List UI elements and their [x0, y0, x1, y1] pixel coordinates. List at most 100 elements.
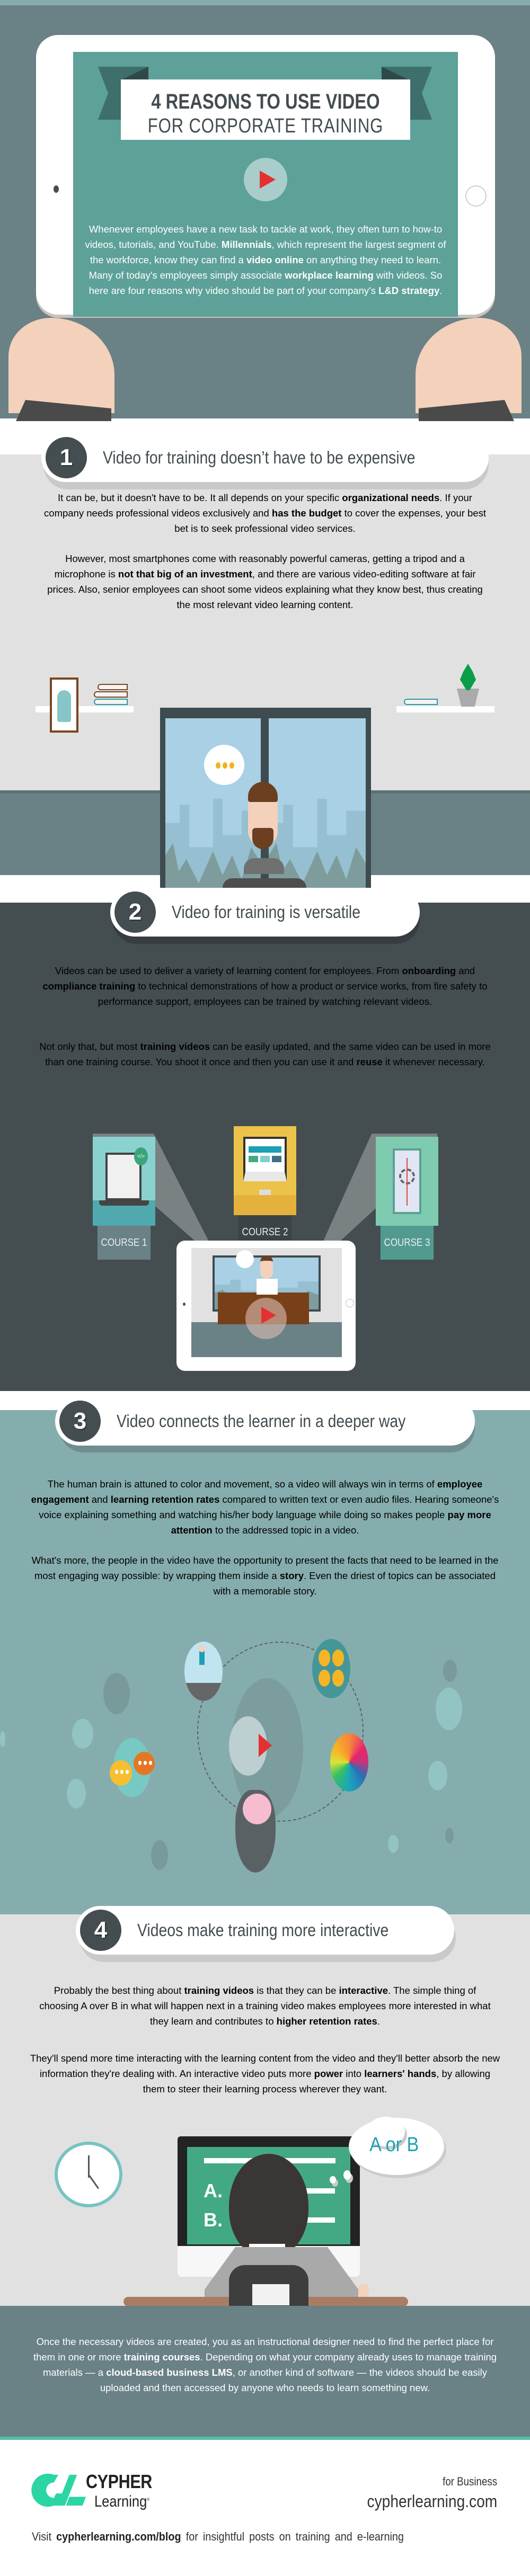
presenter-beard — [252, 828, 273, 849]
blog-cta: Visit cypherlearning.com/blog for insigh… — [32, 2530, 404, 2544]
decorative-blob — [388, 1835, 399, 1853]
emphasis-text: compliance training — [42, 981, 136, 992]
decorative-blob — [445, 1828, 454, 1843]
section-4-banner: 4 Videos make training more interactive — [76, 1906, 454, 1955]
tagline: for Business — [443, 2475, 497, 2488]
typing-dots-icon — [138, 1761, 152, 1765]
section-number-badge: 3 — [59, 1401, 101, 1442]
emphasis-text: learners' hands — [364, 2068, 437, 2079]
infographic: 4 REASONS TO USE VIDEO FOR CORPORATE TRA… — [0, 0, 530, 2576]
laptop-code-icon: </> — [93, 1137, 155, 1226]
emphasis-text: power — [314, 2068, 343, 2079]
thought-cloud-puff — [343, 2170, 351, 2180]
text-run: and — [89, 1494, 111, 1505]
section-number-badge: 1 — [46, 437, 87, 478]
course-label: COURSE 3 — [380, 1226, 434, 1260]
emphasis-text: higher retention rates — [276, 2016, 377, 2027]
play-icon — [259, 1734, 272, 1757]
section-1-paragraph: However, most smartphones come with reas… — [42, 551, 488, 612]
emphasis-text: learning retention rates — [110, 1494, 220, 1505]
right-shelf — [396, 706, 494, 712]
emphasis-text: interactive — [339, 1985, 388, 1996]
book-icon — [94, 691, 128, 698]
option-b-label[interactable]: B. — [204, 2209, 223, 2231]
text-run: to the addressed topic in a video. — [212, 1525, 359, 1536]
section-title: Video connects the learner in a deeper w… — [117, 1411, 406, 1431]
section-number-badge: 2 — [114, 892, 156, 933]
hero-top-strip — [0, 0, 530, 5]
text-run: . — [377, 2016, 380, 2027]
decorative-blob — [428, 1761, 447, 1790]
section-2-paragraph: Videos can be used to deliver a variety … — [42, 963, 488, 1009]
emphasis-text: not that big of an investment — [118, 568, 252, 580]
logo-learning-text: Learning — [94, 2493, 147, 2510]
desktop-monitor-icon — [234, 1126, 296, 1215]
section-number-badge: 4 — [80, 1910, 121, 1951]
emphasis-text: training videos — [184, 1985, 254, 1996]
blog-cta-suffix: for insightful posts on training and e-l… — [181, 2530, 404, 2543]
section-title: Videos make training more interactive — [137, 1920, 389, 1940]
emphasis-text: training videos — [140, 1041, 210, 1052]
thought-bubble-text: A or B — [369, 2134, 419, 2156]
tablet-camera-icon — [54, 185, 59, 193]
play-icon — [261, 1307, 276, 1324]
learner-head — [229, 2154, 308, 2258]
decorative-blob — [0, 1731, 5, 1747]
text-run: it whenever necessary. — [382, 1056, 485, 1067]
emphasis-text: reuse — [356, 1056, 383, 1067]
chair-back-panel — [252, 2284, 289, 2305]
page-subtitle: FOR CORPORATE TRAINING — [147, 115, 384, 137]
emphasis-text: training courses — [123, 2351, 200, 2363]
course-card-2[interactable]: COURSE 2 — [234, 1126, 296, 1249]
section-2-paragraph: Not only that, but most training videos … — [37, 1039, 493, 1069]
emphasis-text: story — [279, 1570, 304, 1581]
text-run: is that they can be — [254, 1985, 339, 1996]
text-run: Videos can be used to deliver a variety … — [55, 965, 402, 976]
tablet-camera-icon — [183, 1303, 186, 1306]
emphasis-text: cloud-based business LMS — [106, 2367, 233, 2378]
learner-hand — [358, 2284, 369, 2297]
typing-dots-icon — [115, 1770, 129, 1774]
emoji-faces-icon — [312, 1639, 350, 1698]
website-link[interactable]: cypherlearning.com — [367, 2492, 497, 2511]
tablet-home-button-icon — [465, 185, 487, 207]
brain-icon — [243, 1794, 271, 1824]
text-run: into — [343, 2068, 365, 2079]
picture-frame-icon — [50, 678, 78, 733]
decorative-blob — [103, 1673, 130, 1714]
emphasis-text: Millennials — [221, 239, 272, 250]
registered-mark: ® — [147, 2497, 150, 2502]
play-icon[interactable] — [244, 158, 287, 201]
page-title: 4 REASONS TO USE VIDEO — [151, 90, 380, 113]
emphasis-text: video online — [246, 254, 304, 265]
section-4-paragraph: They'll spend more time interacting with… — [29, 2051, 501, 2097]
section-3-paragraph: What's more, the people in the video hav… — [29, 1553, 501, 1599]
text-run: and — [456, 965, 475, 976]
decorative-blob — [151, 1840, 168, 1870]
thought-cloud-puff — [330, 2176, 336, 2183]
emphasis-text: onboarding — [402, 965, 456, 976]
blog-link[interactable]: cypherlearning.com/blog — [56, 2530, 181, 2543]
text-run: to technical demonstrations of how a pro… — [98, 981, 488, 1007]
text-run: Not only that, but most — [39, 1041, 140, 1052]
runner-icon — [184, 1642, 223, 1701]
course-card-1[interactable]: </> COURSE 1 — [93, 1137, 155, 1260]
text-run: It can be, but it doesn't have to be. It… — [58, 492, 342, 503]
section-title: Video for training doesn’t have to be ex… — [103, 448, 416, 467]
section-4-paragraph: Probably the best thing about training v… — [37, 1983, 493, 2029]
section-1-paragraph: It can be, but it doesn't have to be. It… — [37, 490, 493, 536]
presenter-shoulders — [244, 858, 284, 874]
section-3-paragraph: The human brain is attuned to color and … — [29, 1476, 501, 1538]
decorative-blob — [67, 1779, 86, 1808]
conclusion-paragraph: Once the necessary videos are created, y… — [32, 2334, 498, 2395]
gear-blueprint-icon — [376, 1137, 438, 1226]
section-1-banner: 1 Video for training doesn’t have to be … — [41, 433, 489, 482]
emphasis-text: L&D strategy — [378, 285, 440, 296]
emphasis-text: has the budget — [271, 507, 342, 519]
course-card-3[interactable]: COURSE 3 — [376, 1137, 438, 1260]
option-a-label[interactable]: A. — [204, 2180, 223, 2202]
section-2-banner: 2 Video for training is versatile — [110, 888, 420, 937]
cypher-logo-icon[interactable] — [31, 2473, 86, 2508]
course-label: COURSE 1 — [97, 1226, 151, 1260]
intro-paragraph: Whenever employees have a new task to ta… — [78, 221, 453, 298]
